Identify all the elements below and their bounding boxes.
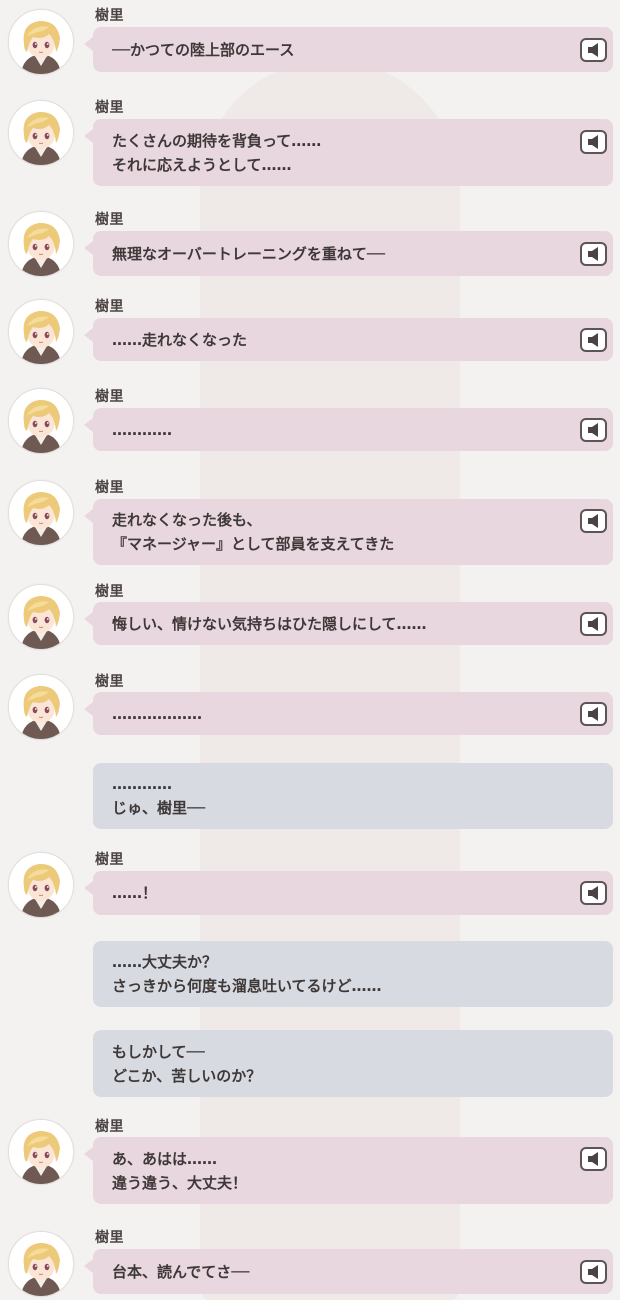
speaker-icon <box>588 886 598 900</box>
speaker-icon <box>588 135 598 149</box>
message-line: 違う違う、大丈夫！ <box>112 1173 248 1192</box>
message-line: もしかして── <box>112 1042 205 1061</box>
speaker-icon <box>588 247 598 261</box>
message-bubble: ……………… <box>84 692 613 735</box>
message-bubble: ──かつての陸上部のエース <box>84 27 613 72</box>
speaker-icon <box>588 1265 598 1279</box>
speaker-icon <box>588 1152 598 1166</box>
message-bubble: 無理なオーバートレーニングを重ねて── <box>84 231 613 276</box>
character-portrait-icon <box>9 585 73 649</box>
speaker-name: 樹里 <box>95 852 124 868</box>
message-bubble: 悔しい、情けない気持ちはひた隠しにして…… <box>84 602 613 645</box>
character-portrait-icon <box>9 300 73 364</box>
voice-play-button[interactable] <box>580 881 607 905</box>
speaker-icon <box>588 333 598 347</box>
character-portrait-icon <box>9 1232 73 1296</box>
message-line: 無理なオーバートレーニングを重ねて── <box>112 244 385 263</box>
character-avatar[interactable] <box>8 584 74 650</box>
message-line: ……走れなくなった <box>112 330 248 349</box>
character-avatar[interactable] <box>8 299 74 365</box>
message-line: 走れなくなった後も、 <box>112 511 262 529</box>
speaker-name: 樹里 <box>95 8 124 24</box>
speaker-icon <box>588 43 598 57</box>
voice-play-button[interactable] <box>580 242 607 266</box>
character-avatar[interactable] <box>8 9 74 75</box>
character-avatar[interactable] <box>8 1119 74 1185</box>
player-message-bubble: ……大丈夫か？ さっきから何度も溜息吐いてるけど…… <box>93 941 613 1007</box>
message-line: たくさんの期待を背負って…… <box>112 131 322 150</box>
message-line: ──かつての陸上部のエース <box>112 40 295 59</box>
message-line: さっきから何度も溜息吐いてるけど…… <box>112 977 382 995</box>
character-portrait-icon <box>9 212 73 276</box>
voice-play-button[interactable] <box>580 328 607 352</box>
voice-play-button[interactable] <box>580 612 607 636</box>
character-avatar[interactable] <box>8 100 74 166</box>
character-avatar[interactable] <box>8 1231 74 1297</box>
voice-play-button[interactable] <box>580 130 607 154</box>
message-bubble: 台本、読んでてさ── <box>84 1249 613 1294</box>
message-bubble: 走れなくなった後も、 『マネージャー』として部員を支えてきた <box>84 499 613 565</box>
player-message-bubble: ………… じゅ、樹里── <box>93 763 613 829</box>
message-line: じゅ、樹里── <box>112 799 206 817</box>
character-avatar[interactable] <box>8 211 74 277</box>
character-portrait-icon <box>9 1120 73 1184</box>
character-portrait-icon <box>9 101 73 165</box>
speaker-name: 樹里 <box>95 299 124 315</box>
message-bubble: ………… <box>84 408 613 451</box>
message-line: 『マネージャー』として部員を支えてきた <box>112 535 395 553</box>
voice-play-button[interactable] <box>580 1260 607 1284</box>
speaker-name: 樹里 <box>95 212 124 228</box>
voice-play-button[interactable] <box>580 418 607 442</box>
character-portrait-icon <box>9 481 73 545</box>
character-avatar[interactable] <box>8 674 74 740</box>
voice-play-button[interactable] <box>580 702 607 726</box>
message-line: ……………… <box>112 704 202 723</box>
speaker-name: 樹里 <box>95 584 124 600</box>
voice-play-button[interactable] <box>580 1147 607 1171</box>
message-bubble: ……！ <box>84 871 613 915</box>
character-avatar[interactable] <box>8 852 74 918</box>
player-message-bubble: もしかして── どこか、苦しいのか？ <box>93 1030 613 1097</box>
character-portrait-icon <box>9 389 73 453</box>
message-bubble: あ、あはは…… 違う違う、大丈夫！ <box>84 1137 613 1204</box>
character-avatar[interactable] <box>8 480 74 546</box>
speaker-icon <box>588 514 598 528</box>
message-line: ………… <box>112 420 172 439</box>
message-line: ……！ <box>112 884 158 902</box>
message-line: あ、あはは…… <box>112 1149 218 1168</box>
character-portrait-icon <box>9 853 73 917</box>
message-bubble: たくさんの期待を背負って…… それに応えようとして…… <box>84 119 613 186</box>
speaker-name: 樹里 <box>95 674 124 690</box>
message-line: 悔しい、情けない気持ちはひた隠しにして…… <box>112 614 427 633</box>
character-avatar[interactable] <box>8 388 74 454</box>
speaker-name: 樹里 <box>95 480 124 496</box>
speaker-icon <box>588 617 598 631</box>
speaker-name: 樹里 <box>95 100 124 116</box>
speaker-name: 樹里 <box>95 389 124 405</box>
character-portrait-icon <box>9 10 73 74</box>
message-line: ……大丈夫か？ <box>112 953 218 971</box>
message-line: ………… <box>112 775 172 793</box>
speaker-icon <box>588 423 598 437</box>
message-line: それに応えようとして…… <box>112 155 292 174</box>
speaker-name: 樹里 <box>95 1230 124 1246</box>
message-line: どこか、苦しいのか？ <box>112 1066 262 1085</box>
voice-play-button[interactable] <box>580 38 607 62</box>
speaker-icon <box>588 707 598 721</box>
message-line: 台本、読んでてさ── <box>112 1262 250 1281</box>
speaker-name: 樹里 <box>95 1119 124 1135</box>
character-portrait-icon <box>9 675 73 739</box>
voice-play-button[interactable] <box>580 509 607 533</box>
message-bubble: ……走れなくなった <box>84 318 613 361</box>
